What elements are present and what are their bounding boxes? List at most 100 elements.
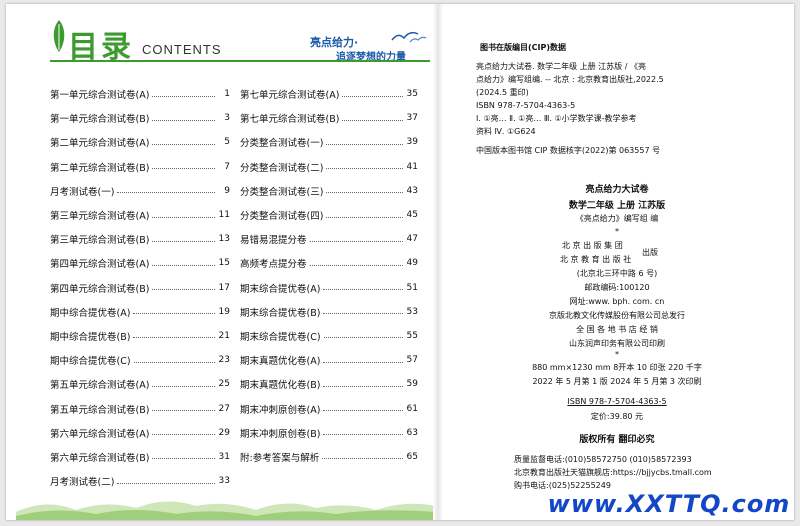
toc-leader-dots: [152, 264, 215, 266]
toc-entry: 期末综合提优卷(B) 53: [240, 300, 418, 324]
toc-leader-dots: [326, 168, 403, 170]
cip-line: 点给力》编写组编. -- 北京 : 北京教育出版社,2022.5: [476, 75, 664, 84]
toc-leader-dots: [117, 192, 215, 194]
sellers: 全 国 各 地 书 店 经 销: [576, 325, 658, 334]
toc-entry-label: 第七单元综合测试卷(A): [240, 90, 340, 102]
toc-entry-page: 17: [218, 282, 230, 293]
toc-entry: 月考测试卷(一) 9: [50, 179, 230, 203]
toc-entry-label: 分类整合测试卷(四): [240, 211, 324, 223]
toc-entry-page: 27: [218, 403, 230, 414]
book-editor: 《亮点给力》编写组 编: [575, 214, 659, 223]
toc-column-left: 第一单元综合测试卷(A) 1 第一单元综合测试卷(B) 3 第二单元综合测试卷(A) 5 第…: [50, 82, 230, 493]
tmall-shop: 北京教育出版社天猫旗舰店:https://bjjycbs.tmall.com: [514, 468, 712, 477]
toc-entry: 期中综合提优卷(C) 23: [50, 348, 230, 372]
toc-leader-dots: [152, 410, 215, 412]
toc-entry-page: 31: [218, 451, 230, 462]
toc-entry-label: 附:参考答案与解析: [240, 452, 320, 464]
cip-line: 亮点给力大试卷. 数学二年级 上册 江苏版 / 《亮: [476, 62, 646, 71]
toc-entry-label: 第一单元综合测试卷(B): [50, 114, 150, 126]
toc-leader-dots: [152, 119, 215, 121]
printer: 山东润声印务有限公司印刷: [569, 339, 665, 348]
isbn: ISBN 978-7-5704-4363-5: [567, 397, 667, 406]
toc-entry-label: 期末真题优化卷(A): [240, 356, 321, 368]
toc-leader-dots: [152, 240, 215, 242]
toc-entry-page: 39: [406, 137, 418, 148]
toc-leader-dots: [117, 482, 215, 484]
toc-entry-label: 第二单元综合测试卷(A): [50, 138, 150, 150]
toc-leader-dots: [152, 95, 215, 97]
toc-entry: 第一单元综合测试卷(B) 3: [50, 106, 230, 130]
toc-leader-dots: [326, 143, 403, 145]
cip-heading: 图书在版编目(CIP)数据: [480, 43, 567, 52]
toc-entry: 分类整合测试卷(一) 39: [240, 130, 418, 154]
toc-leader-dots: [323, 361, 403, 363]
toc-entry-page: 3: [224, 113, 230, 124]
birds-icon: [391, 31, 427, 43]
book-edition: 2022 年 5 月第 1 版 2024 年 5 月第 3 次印刷: [532, 377, 702, 386]
toc-leader-dots: [133, 337, 215, 339]
toc-entry-label: 月考测试卷(一): [50, 186, 115, 198]
toc-entry-label: 分类整合测试卷(一): [240, 138, 324, 150]
toc-entry-label: 第六单元综合测试卷(A): [50, 428, 150, 440]
toc-entry-label: 易错易混提分卷: [240, 235, 307, 247]
toc-entry: 期末冲刺原创卷(B) 63: [240, 421, 418, 445]
toc-entry-page: 45: [406, 210, 418, 221]
toc-entry: 第七单元综合测试卷(B) 37: [240, 106, 418, 130]
toc-entry-page: 43: [406, 185, 418, 196]
toc-leader-dots: [323, 410, 403, 412]
toc-leader-dots: [152, 458, 215, 460]
toc-leader-dots: [133, 361, 215, 363]
publisher-suffix: 出版: [642, 248, 658, 257]
toc-leader-dots: [152, 216, 215, 218]
toc-entry-page: 23: [218, 355, 230, 366]
rights-notice: 版权所有 翻印必究: [579, 435, 655, 445]
toc-entry: 第六单元综合测试卷(B) 31: [50, 445, 230, 469]
toc-entry: 期末冲刺原创卷(A) 61: [240, 396, 418, 420]
toc-leader-dots: [323, 313, 403, 315]
toc-entry: 期中综合提优卷(B) 21: [50, 324, 230, 348]
toc-entry-page: 11: [218, 210, 230, 221]
toc-entry-page: 13: [218, 234, 230, 245]
publisher-address: (北京北三环中路 6 号): [576, 269, 658, 278]
toc-entry-page: 19: [218, 306, 230, 317]
toc-entry-page: 63: [406, 427, 418, 438]
toc-entry: 易错易混提分卷 47: [240, 227, 418, 251]
toc-entry-page: 55: [406, 330, 418, 341]
toc-entry: 第三单元综合测试卷(B) 13: [50, 227, 230, 251]
toc-entry: 第二单元综合测试卷(A) 5: [50, 130, 230, 154]
toc-entry: 第五单元综合测试卷(A) 25: [50, 372, 230, 396]
toc-leader-dots: [323, 434, 403, 436]
toc-entry: 第一单元综合测试卷(A) 1: [50, 82, 230, 106]
toc-entry-label: 第四单元综合测试卷(B): [50, 283, 150, 295]
watermark: www.XXTTQ.com: [544, 488, 794, 520]
toc-entry-page: 41: [406, 161, 418, 172]
cip-line: 资料 Ⅳ. ①G624: [476, 127, 536, 136]
toc-entry-label: 第五单元综合测试卷(B): [50, 404, 150, 416]
toc-leader-dots: [342, 95, 403, 97]
toc-entry-page: 65: [406, 451, 418, 462]
toc-entry-label: 期中综合提优卷(A): [50, 307, 131, 319]
toc-entry-page: 53: [406, 306, 418, 317]
toc-entry-page: 5: [224, 137, 230, 148]
toc-entry: 第二单元综合测试卷(B) 7: [50, 155, 230, 179]
toc-entry: 分类整合测试卷(四) 45: [240, 203, 418, 227]
toc-entry-label: 期末综合提优卷(C): [240, 331, 321, 343]
toc-entry-label: 分类整合测试卷(三): [240, 186, 324, 198]
toc-entry: 期中综合提优卷(A) 19: [50, 300, 230, 324]
toc-entry-page: 1: [224, 89, 230, 100]
cip-line: Ⅰ. ①亮… Ⅱ. ①亮… Ⅲ. ①小学数学课-教学参考: [476, 114, 637, 123]
separator-star: *: [615, 227, 619, 236]
cip-block: 亮点给力大试卷. 数学二年级 上册 江苏版 / 《亮点给力》编写组编. -- 北…: [476, 60, 794, 157]
cip-line: 中国版本图书馆 CIP 数据核字(2022)第 063557 号: [476, 146, 661, 155]
toc-entry-label: 分类整合测试卷(二): [240, 162, 324, 174]
book-title: 亮点给力大试卷: [585, 185, 649, 195]
toc-leader-dots: [323, 385, 403, 387]
book-spread: 目录 CONTENTS 亮点给力· 追逐梦想的力量 第一单元综合测试卷(A) 1 第…: [6, 4, 794, 520]
toc-entry-page: 51: [406, 282, 418, 293]
toc-entry: 期末真题优化卷(B) 59: [240, 372, 418, 396]
toc-entry-page: 25: [218, 379, 230, 390]
toc-entry-label: 期中综合提优卷(C): [50, 356, 131, 368]
toc-leader-dots: [326, 192, 403, 194]
toc-entry: 分类整合测试卷(三) 43: [240, 179, 418, 203]
toc-entry-label: 期末冲刺原创卷(B): [240, 428, 321, 440]
